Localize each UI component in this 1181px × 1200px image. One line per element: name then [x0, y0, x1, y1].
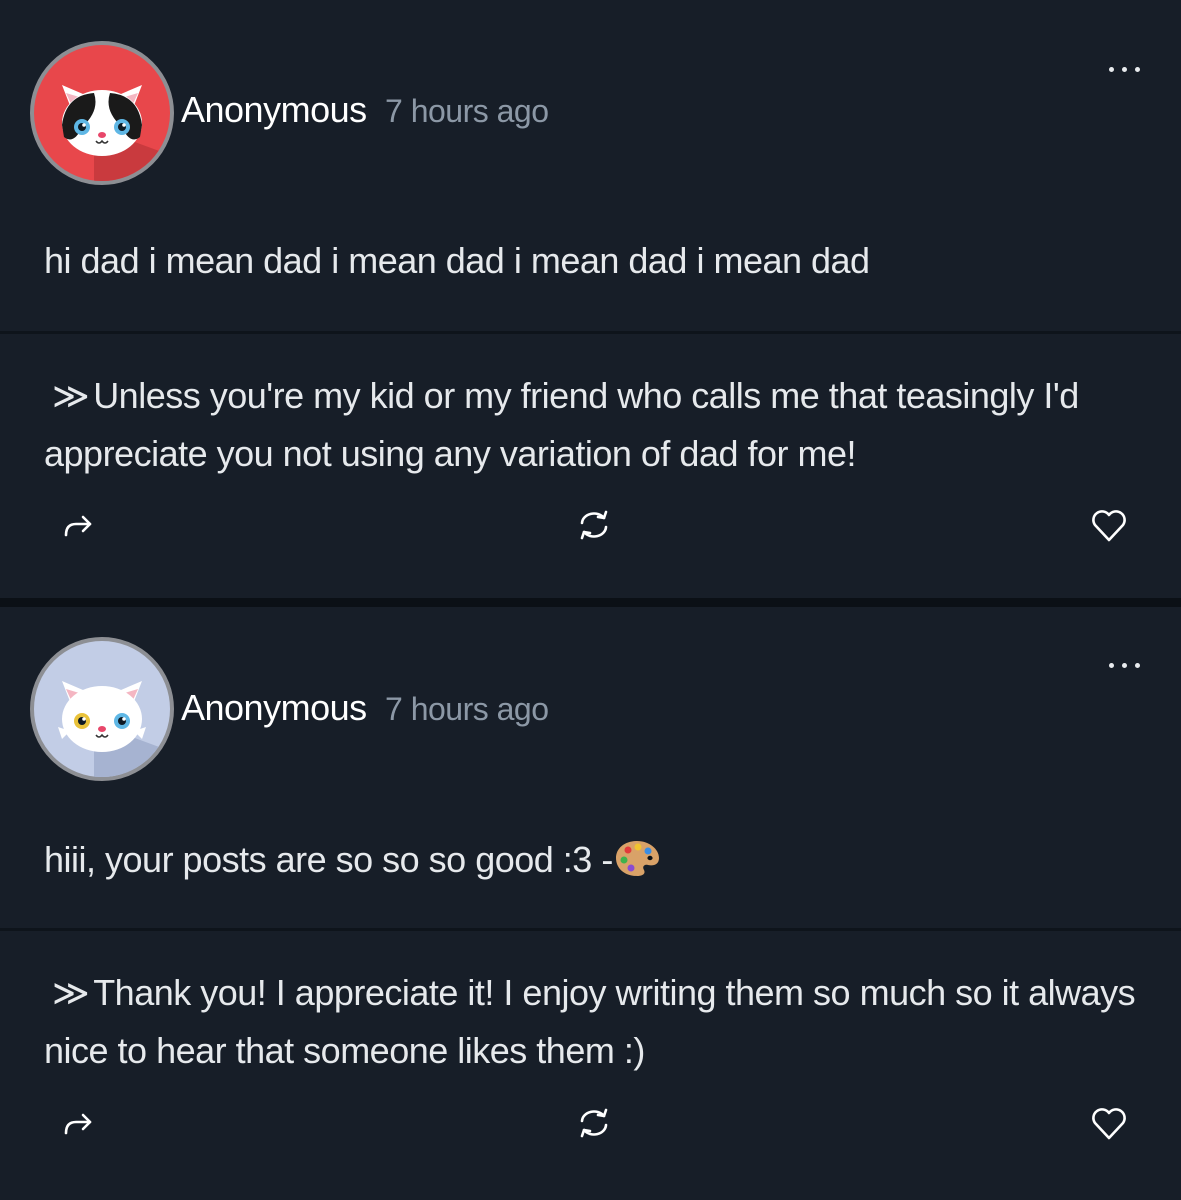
- more-options-icon[interactable]: [1105, 60, 1145, 80]
- post-card: Anonymous 7 hours ago hi dad i mean dad …: [0, 0, 1181, 598]
- palette-emoji-icon: [615, 841, 659, 876]
- repost-button[interactable]: [572, 1101, 616, 1145]
- answer-text: Unless you're my kid or my friend who ca…: [44, 375, 1079, 474]
- answer-marker: ≫: [52, 972, 90, 1013]
- share-icon: [64, 515, 92, 537]
- repost-icon: [580, 1108, 608, 1138]
- more-options-icon[interactable]: [1105, 656, 1145, 676]
- divider: [0, 928, 1181, 931]
- share-button[interactable]: [56, 1101, 100, 1145]
- heart-icon: [1092, 1108, 1126, 1140]
- question-text: hiii, your posts are so so so good :3 -: [44, 839, 613, 880]
- like-button[interactable]: [1087, 1101, 1131, 1145]
- repost-icon: [580, 510, 608, 540]
- author-name[interactable]: Anonymous: [181, 687, 367, 729]
- share-button[interactable]: [56, 503, 100, 547]
- divider: [0, 331, 1181, 334]
- cat-avatar-icon: [62, 85, 170, 181]
- post-timestamp: 7 hours ago: [385, 93, 549, 129]
- answer-text: Thank you! I appreciate it! I enjoy writ…: [44, 972, 1136, 1071]
- author-name[interactable]: Anonymous: [181, 89, 367, 131]
- avatar[interactable]: [30, 41, 174, 185]
- cat-avatar-icon: [58, 681, 170, 777]
- heart-icon: [1092, 510, 1126, 542]
- answer-block: ≫ Thank you! I appreciate it! I enjoy wri…: [44, 964, 1144, 1080]
- like-button[interactable]: [1087, 503, 1131, 547]
- post-timestamp: 7 hours ago: [385, 691, 549, 727]
- share-icon: [64, 1113, 92, 1135]
- question-text: hi dad i mean dad i mean dad i mean dad …: [44, 240, 870, 281]
- question-block: hiii, your posts are so so so good :3 -: [44, 838, 1144, 881]
- feed: Anonymous 7 hours ago hi dad i mean dad …: [0, 0, 1181, 1200]
- avatar[interactable]: [30, 637, 174, 781]
- answer-marker: ≫: [52, 375, 90, 416]
- answer-block: ≫ Unless you're my kid or my friend who c…: [44, 367, 1144, 483]
- post-card: Anonymous 7 hours ago hiii, your posts a…: [0, 607, 1181, 1200]
- repost-button[interactable]: [572, 503, 616, 547]
